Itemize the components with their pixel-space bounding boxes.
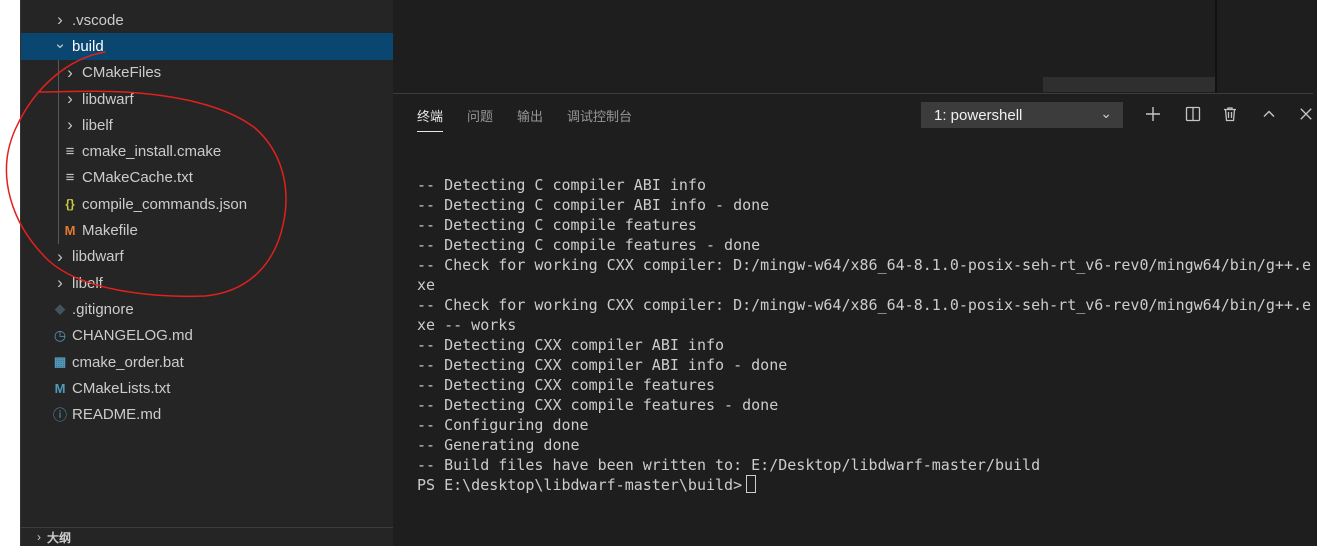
terminal-line: -- Detecting C compiler ABI info (417, 176, 706, 194)
left-margin (0, 0, 20, 546)
item-label: build (72, 37, 104, 55)
json-braces-icon: {} (65, 197, 75, 212)
terminal-line: -- Detecting C compile features - done (417, 236, 761, 254)
file-item-makefile[interactable]: M Makefile (21, 217, 394, 244)
indent-guide (58, 85, 59, 113)
chevron-right-icon: › (67, 62, 73, 82)
tab-problems[interactable]: 问题 (467, 106, 493, 132)
indent-guide (58, 112, 59, 139)
terminal-line: -- Detecting C compile features (417, 216, 697, 234)
windows-icon: ▦ (53, 354, 67, 369)
chevron-right-icon: › (67, 115, 73, 135)
folder-item-libdwarf[interactable]: › libdwarf (21, 244, 394, 270)
item-label: Makefile (82, 222, 138, 240)
editor-horizontal-scrollbar[interactable] (1043, 77, 1215, 92)
file-item-cmakecache-txt[interactable]: ≡ CMakeCache.txt (21, 164, 394, 192)
item-label: CMakeFiles (82, 64, 162, 82)
git-diamond-icon: ◆ (55, 301, 65, 317)
text-lines-icon: ≡ (65, 169, 75, 187)
outline-label: 大纲 (47, 530, 72, 545)
item-label: CMakeLists.txt (72, 379, 171, 397)
outline-section-header[interactable]: › 大纲 (21, 527, 394, 546)
new-terminal-plus-icon[interactable] (1141, 102, 1165, 126)
indent-guide (58, 164, 59, 192)
item-label: README.md (72, 406, 162, 424)
file-item-readme-md[interactable]: ⓘ README.md (21, 401, 394, 427)
terminal-line: -- Check for working CXX compiler: D:/mi… (417, 296, 1312, 314)
clock-icon: ◷ (53, 327, 67, 344)
folder-item-libdwarf[interactable]: › libdwarf (21, 85, 394, 113)
terminal-line: -- Detecting CXX compiler ABI info - don… (417, 356, 788, 374)
terminal-line: xe -- works (417, 316, 517, 334)
folder-item-libelf[interactable]: › libelf (21, 270, 394, 296)
split-terminal-icon[interactable] (1181, 102, 1205, 126)
indent-guide (58, 59, 59, 86)
item-label: cmake_order.bat (72, 353, 184, 371)
file-item-compile-commands-json[interactable]: {} compile_commands.json (21, 191, 394, 218)
item-label: libdwarf (72, 248, 124, 266)
maximize-chevron-up-icon[interactable] (1257, 102, 1281, 126)
item-label: libelf (72, 274, 103, 292)
item-label: .vscode (72, 11, 124, 29)
indent-guide (58, 191, 59, 218)
terminal-select[interactable]: 1: powershell ⌄ (921, 102, 1123, 128)
tab-terminal[interactable]: 终端 (417, 106, 444, 132)
tab-debug-console[interactable]: 调试控制台 (567, 106, 632, 132)
terminal-line: -- Detecting CXX compile features (417, 376, 716, 394)
item-label: CMakeCache.txt (82, 169, 193, 187)
info-icon: ⓘ (53, 406, 67, 423)
panel-tabs: 终端 问题 输出 调试控制台 (417, 106, 632, 132)
terminal-select-value: 1: powershell (934, 106, 1023, 124)
terminal-cursor (746, 475, 757, 493)
chevron-right-icon: › (57, 246, 63, 266)
file-tree: › .vscode ⌄ build › CMakeFiles › libdwarf › libel… (21, 7, 394, 428)
folder-item-libelf[interactable]: › libelf (21, 112, 394, 139)
chevron-down-icon: ⌄ (1100, 105, 1112, 121)
item-label: cmake_install.cmake (82, 143, 222, 161)
terminal-output[interactable]: -- Detecting C compiler ABI info -- Detec… (417, 175, 1312, 495)
terminal-prompt: PS E:\desktop\libdwarf-master\build> (417, 476, 743, 494)
terminal-line: -- Generating done (417, 436, 580, 454)
explorer-sidebar: › .vscode ⌄ build › CMakeFiles › libdwarf › libel… (20, 0, 394, 546)
item-label: compile_commands.json (82, 195, 248, 213)
file-item-gitignore[interactable]: ◆ .gitignore (21, 296, 394, 322)
folder-item-vscode[interactable]: › .vscode (21, 7, 394, 33)
terminal-line: xe (417, 276, 436, 294)
file-item-cmake-order-bat[interactable]: ▦ cmake_order.bat (21, 349, 394, 375)
chevron-right-icon: › (67, 89, 73, 109)
chevron-right-icon: › (57, 273, 63, 293)
chevron-right-icon: › (57, 10, 63, 30)
editor-ruler (1215, 0, 1217, 93)
terminal-line: -- Detecting C compiler ABI info - done (417, 196, 770, 214)
text-lines-icon: ≡ (65, 143, 75, 161)
tab-output[interactable]: 输出 (517, 106, 543, 132)
terminal-line: -- Detecting CXX compile features - done (417, 396, 779, 414)
trash-icon[interactable] (1218, 102, 1242, 126)
chevron-down-icon: ⌄ (53, 35, 67, 53)
item-label: .gitignore (72, 300, 134, 318)
indent-guide (58, 217, 59, 244)
item-label: libdwarf (82, 90, 134, 108)
editor-area (393, 0, 1317, 93)
file-item-cmakelists-txt[interactable]: M CMakeLists.txt (21, 375, 394, 401)
markdown-m-icon: M (54, 380, 66, 396)
bottom-panel: 终端 问题 输出 调试控制台 1: powershell ⌄ -- Detect… (393, 93, 1317, 546)
item-label: libelf (82, 116, 113, 134)
folder-item-build[interactable]: ⌄ build (21, 33, 394, 60)
panel-scrollbar[interactable] (1313, 93, 1317, 546)
terminal-line: -- Build files have been written to: E:/… (417, 456, 1041, 474)
terminal-prompt-line: PS E:\desktop\libdwarf-master\build> (417, 475, 1307, 495)
terminal-line: -- Detecting CXX compiler ABI info (417, 336, 725, 354)
chevron-right-icon: › (37, 530, 41, 544)
file-item-cmake-install-cmake[interactable]: ≡ cmake_install.cmake (21, 138, 394, 165)
file-item-changelog-md[interactable]: ◷ CHANGELOG.md (21, 323, 394, 349)
terminal-line: -- Check for working CXX compiler: D:/mi… (417, 256, 1312, 274)
makefile-m-icon: M (64, 223, 76, 239)
indent-guide (58, 138, 59, 165)
terminal-line: -- Configuring done (417, 416, 589, 434)
item-label: CHANGELOG.md (72, 327, 193, 345)
folder-item-cmakefiles[interactable]: › CMakeFiles (21, 59, 394, 86)
